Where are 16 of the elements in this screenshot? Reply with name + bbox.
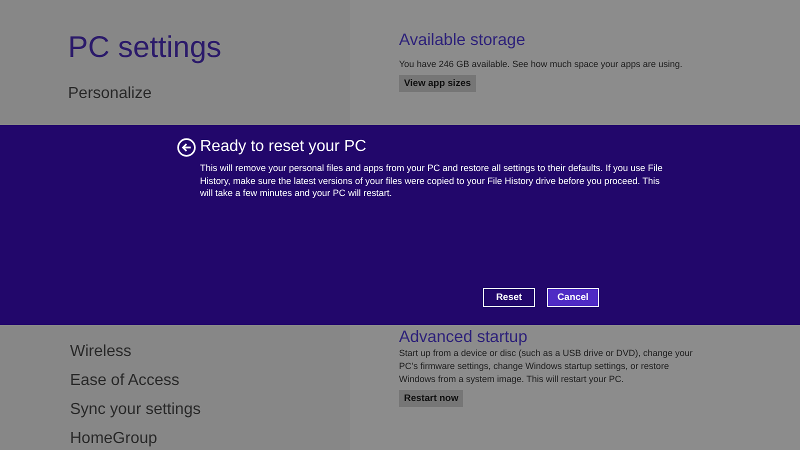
dialog-title: Ready to reset your PC — [200, 137, 366, 157]
dialog-message: This will remove your personal files and apps from your PC and restore all settings to their defaults. If you use File History, make sure the latest versions of your files were copied to your File History drive before you proceed. This will take a few minutes and your PC will restart. — [200, 162, 664, 200]
nav-item[interactable]: HomeGroup — [70, 425, 350, 450]
nav-item[interactable]: Ease of Access — [70, 367, 350, 395]
reset-button[interactable]: Reset — [483, 288, 535, 306]
cancel-button[interactable]: Cancel — [547, 288, 599, 306]
description-text: Start up from a device or disc (such as a USB drive or DVD), change your PC’s firmware settings, change Windows startup settings, or restore Windows from a system image. This will restart your PC. — [399, 347, 694, 386]
action-button[interactable]: View app sizes — [399, 75, 476, 92]
nav-item[interactable]: Personalize — [68, 78, 350, 110]
action-button[interactable]: Restart now — [399, 390, 464, 407]
nav-item[interactable]: Wireless — [70, 338, 350, 366]
nav-item[interactable]: Sync your settings — [70, 396, 350, 424]
description-text: You have 246 GB available. See how much space your apps are using. — [399, 58, 684, 71]
page-title: PC settings — [68, 30, 222, 66]
section-heading: Available storage — [399, 30, 526, 50]
section-heading: Advanced startup — [399, 327, 528, 347]
